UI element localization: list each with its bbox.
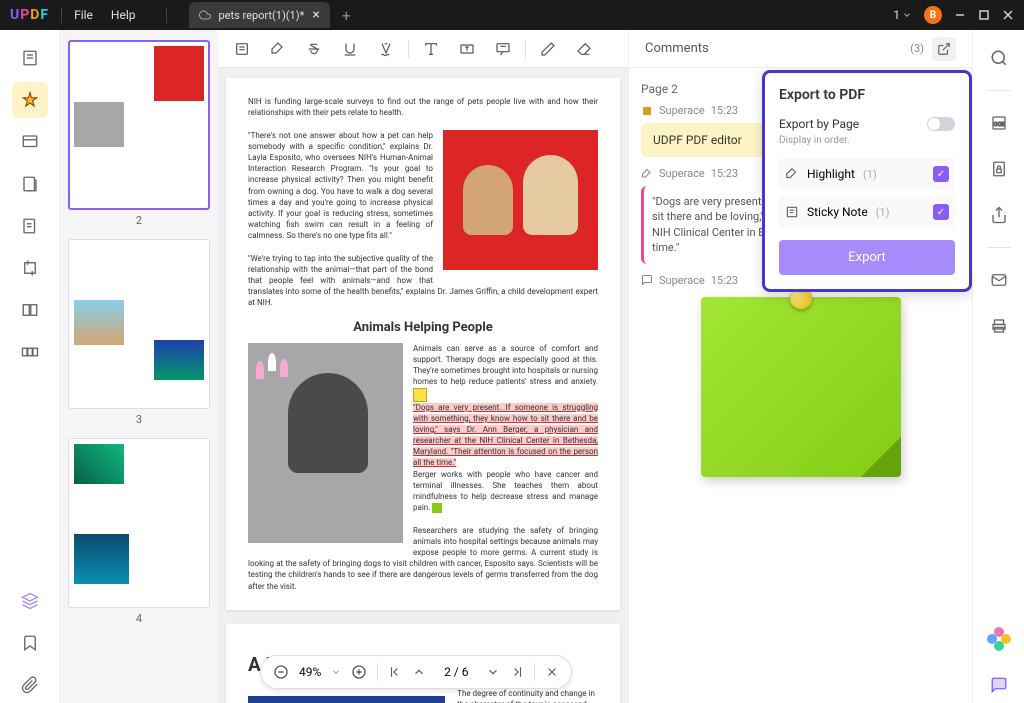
app-logo: UPDF	[10, 7, 49, 23]
close-zoombar-button[interactable]	[545, 665, 559, 679]
highlight-icon	[785, 167, 799, 181]
thumbnail-panel: 2 3 4	[60, 30, 218, 703]
body-text: The degree of continuity and change in t…	[457, 688, 598, 703]
fields-button[interactable]	[12, 208, 48, 244]
note-tool[interactable]	[228, 35, 256, 63]
thumb-label: 4	[68, 612, 210, 625]
comment-item[interactable]: Superace15:23	[641, 274, 960, 477]
search-button[interactable]	[981, 40, 1017, 76]
chat-button[interactable]	[981, 667, 1017, 703]
zoom-percent[interactable]: 49%	[299, 665, 321, 679]
thumbnail-page-2[interactable]: 2	[68, 40, 210, 227]
crop-button[interactable]	[12, 250, 48, 286]
bookmarks-button[interactable]	[12, 124, 48, 160]
dogs-image	[443, 130, 598, 270]
sticky-note-marker[interactable]	[413, 388, 427, 402]
export-bypage-label: Export by Page	[779, 117, 859, 131]
body-text: NIH is funding large-scale surveys to fi…	[248, 96, 598, 118]
thumb-label: 2	[68, 214, 210, 227]
stack-icon[interactable]	[12, 583, 48, 619]
tourism-image	[248, 696, 445, 703]
highlight-tool[interactable]	[264, 35, 292, 63]
checkbox-checked-icon[interactable]: ✓	[933, 204, 949, 220]
text-tool[interactable]	[417, 35, 445, 63]
cloud-icon	[199, 9, 211, 21]
menu-file[interactable]: File	[74, 8, 93, 22]
last-page-button[interactable]	[510, 665, 524, 679]
content-area: NIH is funding large-scale surveys to fi…	[218, 30, 628, 703]
share-button[interactable]	[981, 197, 1017, 233]
ocr-button[interactable]: OCR	[981, 105, 1017, 141]
right-toolbar: OCR	[972, 30, 1024, 703]
email-button[interactable]	[981, 262, 1017, 298]
tab-title: pets report(1)(1)*	[219, 9, 305, 22]
cat-image	[248, 343, 403, 543]
window-maximize-button[interactable]	[978, 9, 990, 21]
export-button[interactable]: Export	[779, 240, 955, 275]
ai-button[interactable]	[981, 621, 1017, 657]
compare-button[interactable]	[12, 292, 48, 328]
titlebar: UPDF File Help pets report(1)(1)* × + 1 …	[0, 0, 1024, 30]
left-toolbar	[0, 30, 60, 703]
prev-page-button[interactable]	[412, 665, 426, 679]
menu-help[interactable]: Help	[111, 8, 136, 22]
print-button[interactable]	[981, 308, 1017, 344]
eraser-tool[interactable]	[570, 35, 598, 63]
bookmark-icon[interactable]	[12, 625, 48, 661]
highlight-icon	[641, 168, 653, 180]
next-page-button[interactable]	[486, 665, 500, 679]
tab-close-icon[interactable]: ×	[312, 7, 319, 23]
export-option-highlight[interactable]: Highlight(1) ✓	[779, 158, 955, 190]
window-close-button[interactable]	[1002, 9, 1014, 21]
thumbnails-button[interactable]	[12, 40, 48, 76]
zoom-out-button[interactable]	[273, 664, 289, 680]
export-option-sticky[interactable]: Sticky Note(1) ✓	[779, 196, 955, 228]
user-avatar[interactable]: B	[924, 6, 942, 24]
section-heading: Animals Helping People	[248, 319, 598, 337]
window-minimize-button[interactable]	[954, 9, 966, 21]
layers-button[interactable]	[12, 166, 48, 202]
thumbnail-page-3[interactable]: 3	[68, 239, 210, 426]
page-viewport[interactable]: NIH is funding large-scale surveys to fi…	[218, 68, 628, 703]
zoom-bar: 49% 2 / 6	[260, 655, 572, 689]
page-counter[interactable]: 2 / 6	[436, 665, 476, 679]
attachment-icon[interactable]	[12, 667, 48, 703]
sticky-note-icon	[641, 105, 653, 117]
svg-text:OCR: OCR	[993, 122, 1004, 128]
chat-icon	[641, 274, 653, 286]
sticky-note-icon	[785, 205, 799, 219]
document-tab[interactable]: pets report(1)(1)* ×	[189, 2, 330, 28]
page-2: NIH is funding large-scale surveys to fi…	[226, 78, 620, 610]
export-sub: Display in order.	[779, 135, 955, 146]
page-indicator[interactable]: 1	[893, 8, 912, 22]
chevron-down-icon[interactable]	[331, 667, 341, 677]
thumbnail-page-4[interactable]: 4	[68, 438, 210, 625]
export-bypage-toggle[interactable]	[927, 117, 955, 131]
search-icon	[990, 49, 1008, 67]
annotation-toolbar	[218, 30, 628, 68]
annotations-button[interactable]	[12, 82, 48, 118]
sticky-note-marker[interactable]	[432, 503, 442, 513]
pencil-tool[interactable]	[534, 35, 562, 63]
protect-button[interactable]	[981, 151, 1017, 187]
thumb-label: 3	[68, 413, 210, 426]
zoom-in-button[interactable]	[351, 664, 367, 680]
export-pdf-popup: Export to PDF Export by Page Display in …	[762, 70, 972, 292]
chevron-down-icon	[902, 10, 912, 20]
callout-tool[interactable]	[489, 35, 517, 63]
underline-tool[interactable]	[336, 35, 364, 63]
sticky-note-preview	[701, 297, 901, 477]
first-page-button[interactable]	[388, 665, 402, 679]
comments-title: Comments	[645, 41, 709, 56]
checkbox-checked-icon[interactable]: ✓	[933, 166, 949, 182]
export-title: Export to PDF	[779, 87, 955, 103]
export-comments-button[interactable]	[932, 37, 956, 61]
organize-button[interactable]	[12, 334, 48, 370]
squiggly-tool[interactable]	[372, 35, 400, 63]
strikethrough-tool[interactable]	[300, 35, 328, 63]
comments-count: (3)	[910, 42, 924, 55]
comments-panel: Comments (3) Page 2 Superace15:23 UDPF P…	[628, 30, 972, 703]
tab-add-button[interactable]: +	[342, 6, 351, 25]
textbox-tool[interactable]	[453, 35, 481, 63]
